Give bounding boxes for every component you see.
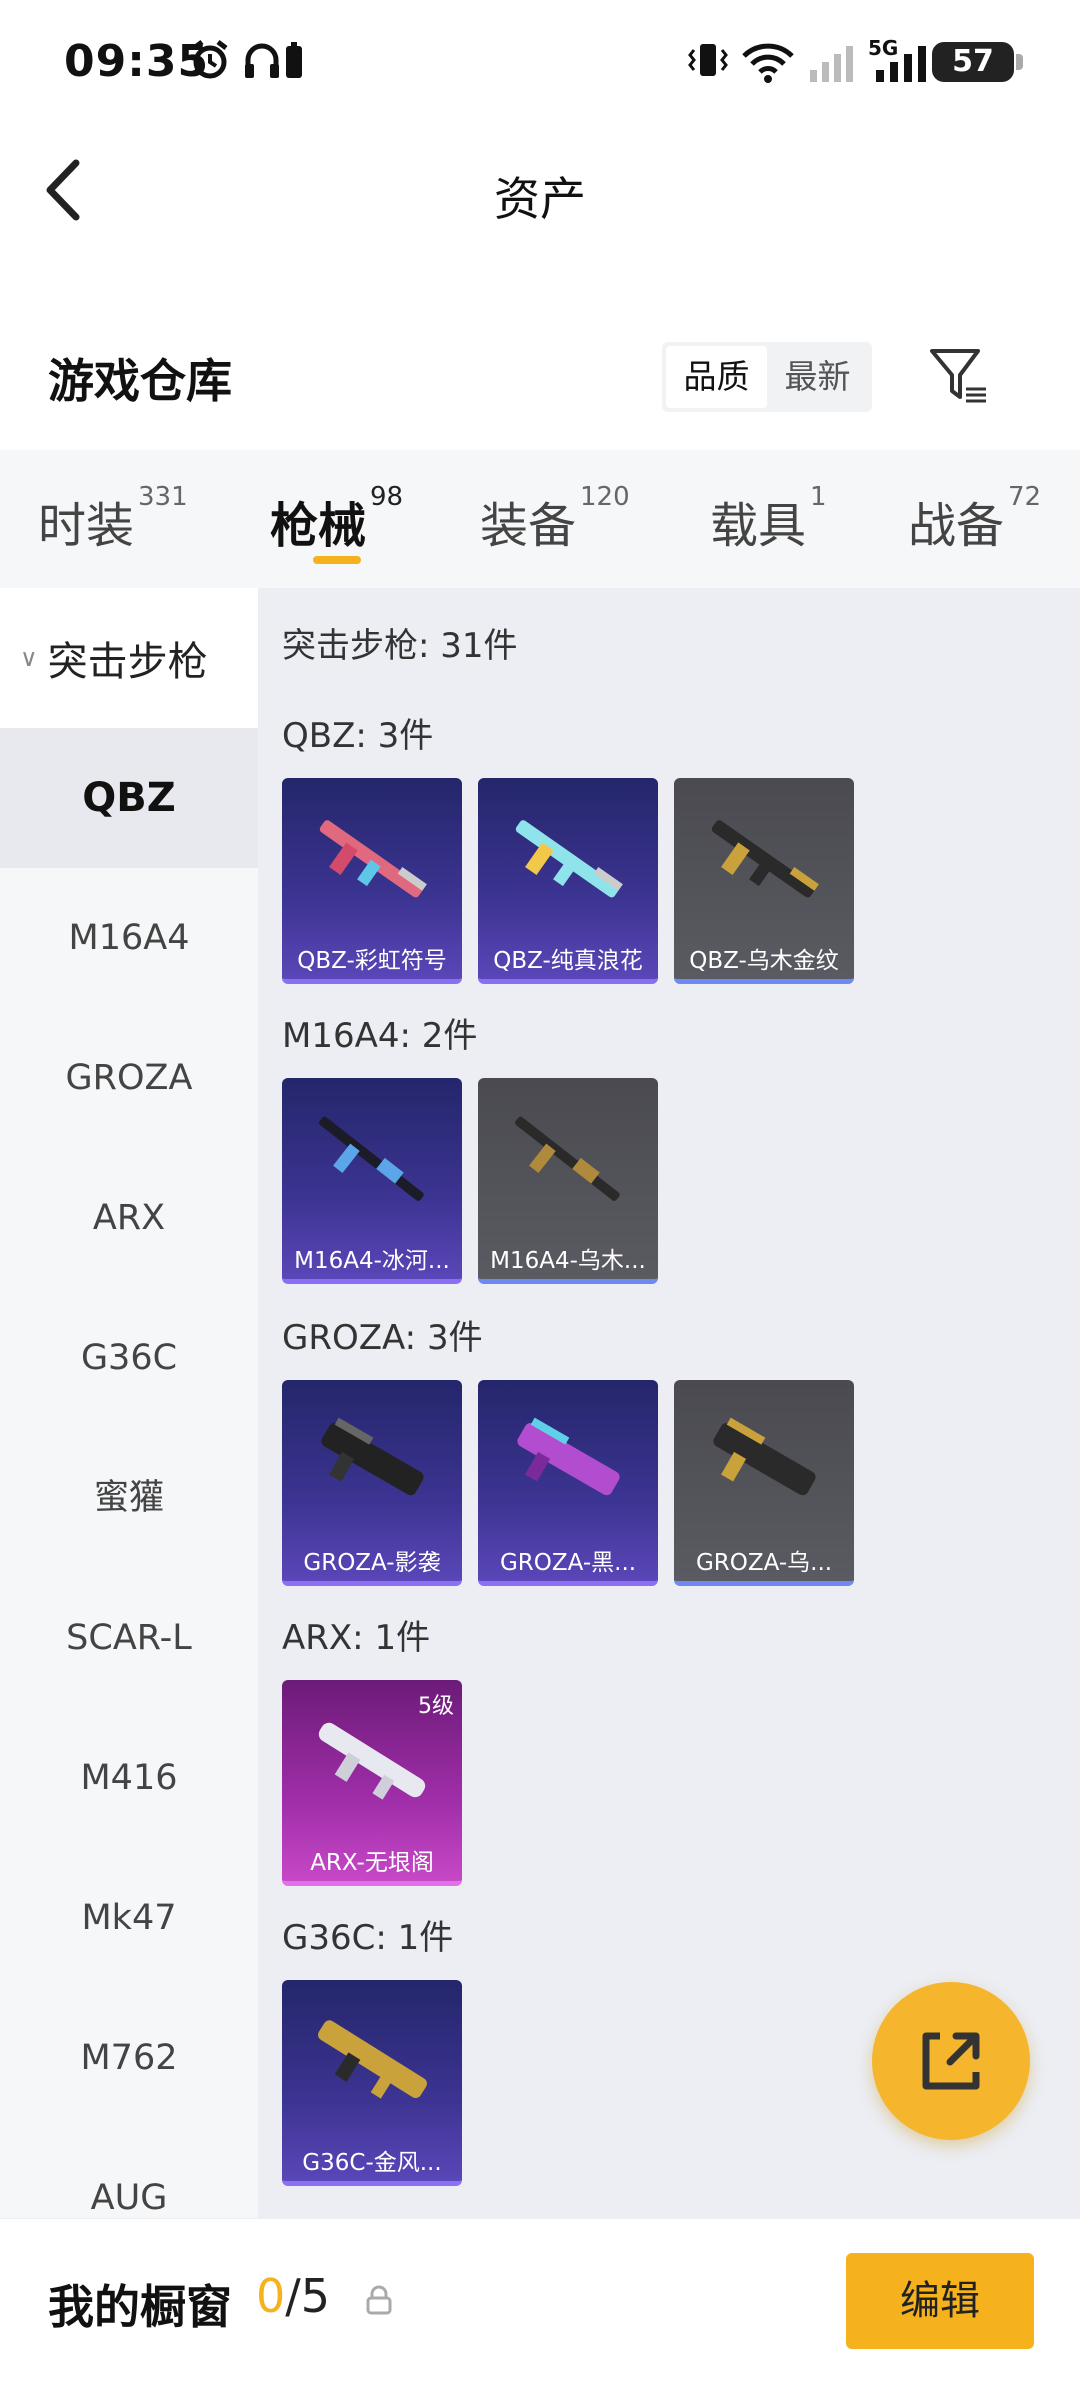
weapon-card[interactable]: QBZ-纯真浪花 [478, 778, 658, 984]
page-title: 资产 [494, 172, 586, 226]
rifle-icon [321, 1417, 424, 1496]
rifle-icon [318, 1722, 426, 1800]
sort-toggle: 品质 最新 [662, 342, 872, 412]
weapon-card[interactable]: M16A4-冰河... [282, 1078, 462, 1284]
sidebar-group-assault-rifles[interactable]: ∨ 突击步枪 [0, 588, 258, 728]
weapon-card[interactable]: G36C-金风... [282, 1980, 462, 2186]
sidebar-item-m416[interactable]: M416 [0, 1708, 258, 1848]
status-bar: 09:35 5G 57 [0, 0, 1080, 125]
tab-label: 枪械 [270, 498, 367, 554]
nav-bar: 资产 [0, 125, 1080, 255]
tab-label: 载具 [710, 498, 807, 554]
share-button[interactable] [872, 1982, 1030, 2140]
sort-quality-button[interactable]: 品质 [666, 346, 767, 408]
sidebar-group-label: 突击步枪 [47, 639, 208, 685]
weapon-card[interactable]: GROZA-黑... [478, 1380, 658, 1586]
showcase-bar: 我的橱窗 0/5 编辑 [0, 2218, 1080, 2382]
showcase-current: 0 [256, 2269, 286, 2323]
rifle-icon [713, 1417, 816, 1496]
tab-count: 331 [138, 482, 188, 512]
showcase-total: /5 [285, 2269, 331, 2323]
tab-count: 98 [370, 482, 404, 512]
sidebar-item-m762[interactable]: M762 [0, 1988, 258, 2128]
signal-icon [810, 46, 853, 82]
section-title-m16a4: M16A4: 2件 [282, 1016, 478, 1056]
tab-vehicles[interactable]: 载具1 [710, 450, 827, 588]
sidebar-item-arx[interactable]: ARX [0, 1148, 258, 1288]
sidebar-item-scar-l[interactable]: SCAR-L [0, 1568, 258, 1708]
rifle-icon [517, 1417, 620, 1496]
weapon-card-name: G36C-金风... [302, 2150, 442, 2176]
tab-fashion[interactable]: 时装331 [38, 450, 188, 588]
section-title-groza: GROZA: 3件 [282, 1318, 483, 1358]
tab-label: 装备 [480, 498, 577, 554]
weapon-card-name: ARX-无垠阁 [310, 1850, 434, 1876]
sidebar-item-honey-badger[interactable]: 蜜獾 [0, 1428, 258, 1568]
chevron-down-icon: ∨ [20, 644, 38, 672]
weapon-card[interactable]: 5级 ARX-无垠阁 [282, 1680, 462, 1886]
section-title-qbz: QBZ: 3件 [282, 716, 434, 756]
vibrate-icon [688, 44, 728, 76]
tab-count: 120 [580, 482, 630, 512]
battery-level: 57 [952, 44, 994, 79]
rifle-icon [319, 820, 427, 898]
tab-weapons[interactable]: 枪械98 [270, 450, 403, 588]
signal-icon [876, 46, 926, 82]
sidebar-item-mk47[interactable]: Mk47 [0, 1848, 258, 1988]
weapon-card[interactable]: QBZ-彩虹符号 [282, 778, 462, 984]
battery-indicator: 57 [932, 42, 1023, 82]
weapon-card-name: GROZA-影袭 [303, 1550, 441, 1576]
sidebar-item-g36c[interactable]: G36C [0, 1288, 258, 1428]
rifle-icon [515, 1116, 620, 1201]
weapon-list: 突击步枪: 31件 QBZ: 3件 QBZ-彩虹符号 QBZ-纯真浪花 QBZ-… [258, 588, 1080, 2218]
sidebar-item-qbz[interactable]: QBZ [0, 728, 258, 868]
weapon-card-name: QBZ-纯真浪花 [493, 948, 643, 974]
weapon-type-sidebar: ∨ 突击步枪 QBZ M16A4 GROZA ARX G36C 蜜獾 SCAR-… [0, 588, 258, 2218]
tab-count: 72 [1008, 482, 1042, 512]
tab-label: 时装 [38, 498, 135, 554]
sidebar-item-aug[interactable]: AUG [0, 2128, 258, 2218]
tab-label: 战备 [908, 498, 1005, 554]
battery-small-icon [286, 42, 302, 78]
wifi-icon [742, 43, 794, 83]
sort-latest-button[interactable]: 最新 [767, 346, 868, 408]
category-tabs: 时装331 枪械98 装备120 载具1 战备72 [0, 450, 1080, 588]
lock-icon [366, 2285, 392, 2315]
showcase-count: 0/5 [256, 2269, 330, 2323]
weapon-card-name: GROZA-黑... [499, 1550, 637, 1576]
share-icon [922, 2032, 980, 2090]
headphones-icon [245, 43, 279, 78]
weapon-card-name: GROZA-乌... [695, 1550, 833, 1576]
alarm-icon [192, 40, 228, 79]
sidebar-item-groza[interactable]: GROZA [0, 1008, 258, 1148]
weapon-card-name: M16A4-冰河... [294, 1248, 450, 1274]
rifle-icon [318, 2020, 427, 2099]
category-total: 突击步枪: 31件 [282, 626, 518, 666]
section-title-arx: ARX: 1件 [282, 1618, 431, 1658]
weapon-card-name: M16A4-乌木... [490, 1248, 646, 1274]
weapon-card[interactable]: GROZA-乌... [674, 1380, 854, 1586]
weapon-card[interactable]: GROZA-影袭 [282, 1380, 462, 1586]
sidebar-item-m16a4[interactable]: M16A4 [0, 868, 258, 1008]
section-title-g36c: G36C: 1件 [282, 1918, 454, 1958]
weapon-card-name: QBZ-彩虹符号 [297, 948, 447, 974]
active-tab-indicator [312, 556, 361, 564]
tab-count: 1 [810, 482, 827, 512]
filter-icon[interactable] [928, 345, 990, 407]
showcase-label: 我的橱窗 [48, 2280, 232, 2334]
weapon-card[interactable]: M16A4-乌木... [478, 1078, 658, 1284]
weapon-card[interactable]: QBZ-乌木金纹 [674, 778, 854, 984]
tab-combat-gear[interactable]: 战备72 [908, 450, 1041, 588]
rifle-icon [319, 1116, 424, 1201]
status-time: 09:35 [64, 36, 210, 87]
rifle-icon [711, 820, 819, 898]
rifle-icon [515, 820, 623, 898]
tab-equipment[interactable]: 装备120 [480, 450, 630, 588]
weapon-card-name: QBZ-乌木金纹 [689, 948, 839, 974]
warehouse-title: 游戏仓库 [48, 354, 232, 408]
edit-button[interactable]: 编辑 [846, 2253, 1034, 2349]
